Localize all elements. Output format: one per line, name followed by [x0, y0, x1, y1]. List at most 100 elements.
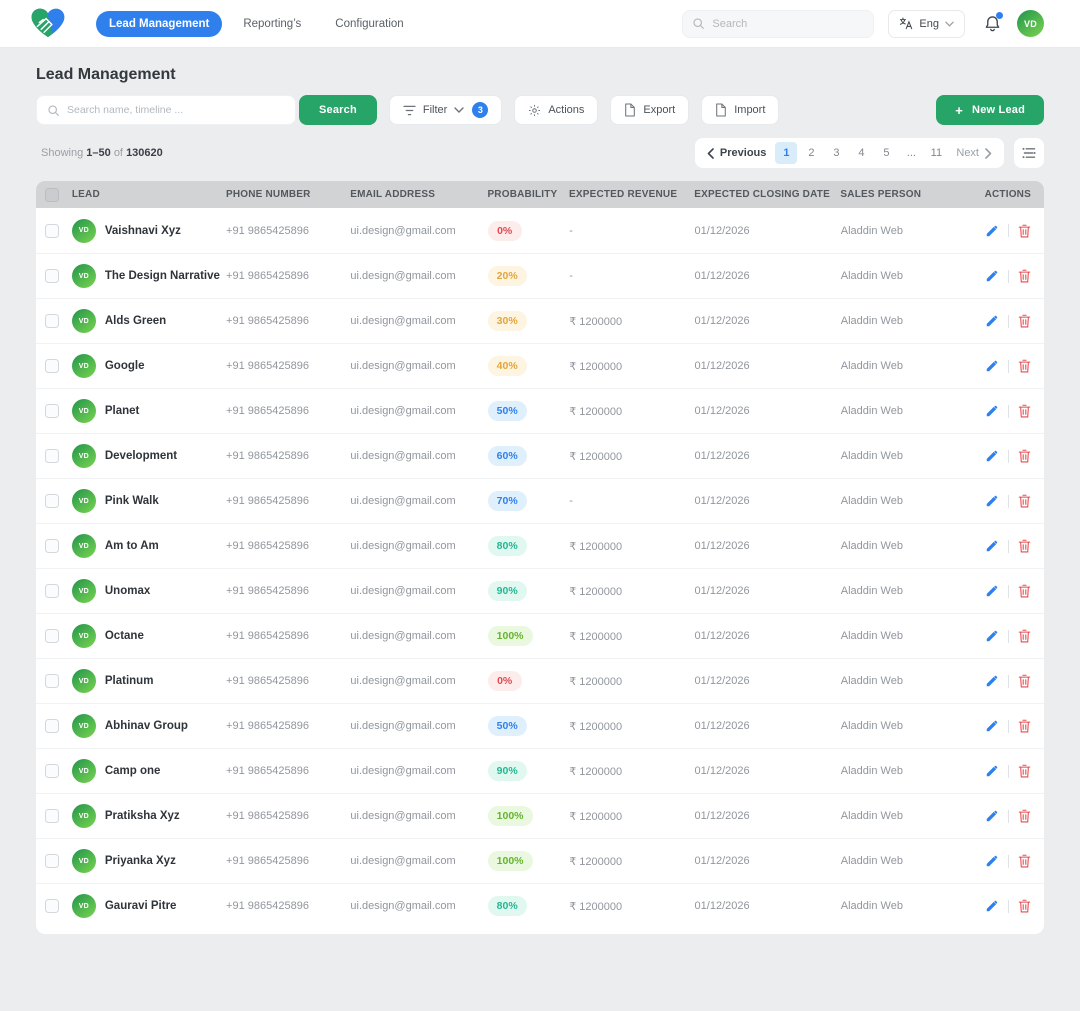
edit-icon[interactable] — [985, 674, 999, 688]
edit-icon[interactable] — [985, 854, 999, 868]
expected-closing-date: 01/12/2026 — [694, 315, 750, 327]
action-divider — [1008, 809, 1009, 823]
expected-closing-date: 01/12/2026 — [694, 630, 750, 642]
leads-table: LEAD PHONE NUMBER EMAIL ADDRESS PROBABIL… — [36, 181, 1044, 934]
edit-icon[interactable] — [985, 314, 999, 328]
row-checkbox[interactable] — [45, 314, 59, 328]
phone-number: +91 9865425896 — [226, 405, 309, 417]
edit-icon[interactable] — [985, 359, 999, 373]
expected-revenue: ₹ 1200000 — [569, 405, 623, 418]
row-checkbox[interactable] — [45, 449, 59, 463]
delete-icon[interactable] — [1018, 899, 1031, 913]
table-row: VD Octane +91 9865425896 ui.design@gmail… — [36, 613, 1044, 658]
lead-avatar: VD — [71, 218, 96, 243]
filter-button[interactable]: Filter 3 — [388, 95, 503, 125]
edit-icon[interactable] — [985, 404, 999, 418]
select-all-checkbox[interactable] — [45, 187, 59, 202]
nav-reportings[interactable]: Reporting’s — [230, 11, 314, 37]
email-address: ui.design@gmail.com — [350, 315, 456, 327]
sales-person: Aladdin Web — [840, 630, 903, 642]
user-avatar[interactable]: VD — [1017, 10, 1044, 37]
delete-icon[interactable] — [1018, 809, 1031, 823]
language-label: Eng — [919, 17, 939, 30]
row-checkbox[interactable] — [45, 269, 59, 283]
row-checkbox[interactable] — [45, 223, 59, 238]
probability-badge: 40% — [487, 356, 527, 376]
export-button[interactable]: Export — [610, 95, 690, 125]
row-checkbox[interactable] — [45, 674, 59, 688]
edit-icon[interactable] — [985, 899, 999, 913]
filter-count-badge: 3 — [472, 102, 489, 118]
row-checkbox[interactable] — [45, 809, 59, 823]
lead-name: Vaishnavi Xyz — [104, 224, 181, 237]
delete-icon[interactable] — [1018, 404, 1031, 418]
edit-icon[interactable] — [985, 764, 999, 778]
edit-icon[interactable] — [985, 494, 999, 508]
delete-icon[interactable] — [1018, 674, 1031, 688]
delete-icon[interactable] — [1018, 359, 1031, 373]
page-button-1[interactable]: 1 — [775, 142, 798, 164]
header-sales-person: SALES PERSON — [840, 189, 922, 200]
table-settings-button[interactable] — [1014, 138, 1044, 168]
delete-icon[interactable] — [1018, 629, 1031, 643]
probability-badge: 50% — [487, 401, 527, 421]
edit-icon[interactable] — [985, 629, 999, 643]
delete-icon[interactable] — [1018, 539, 1031, 553]
lead-search-input[interactable] — [67, 104, 285, 116]
expected-revenue: ₹ 1200000 — [569, 315, 623, 328]
language-selector[interactable]: Eng — [888, 9, 965, 38]
delete-icon[interactable] — [1018, 719, 1031, 733]
page-button-5[interactable]: 5 — [875, 142, 897, 164]
edit-icon[interactable] — [985, 719, 999, 733]
delete-icon[interactable] — [1018, 584, 1031, 598]
page-button-4[interactable]: 4 — [850, 142, 872, 164]
row-checkbox[interactable] — [45, 359, 59, 373]
page-button-11[interactable]: 11 — [925, 142, 947, 164]
notifications-bell-icon[interactable] — [983, 11, 1003, 34]
page-button-3[interactable]: 3 — [825, 142, 847, 164]
expected-revenue: ₹ 1200000 — [569, 585, 623, 598]
table-row: VD Development +91 9865425896 ui.design@… — [36, 433, 1044, 478]
import-button[interactable]: Import — [701, 95, 780, 125]
row-checkbox[interactable] — [45, 764, 59, 778]
delete-icon[interactable] — [1018, 269, 1031, 283]
global-search-input[interactable] — [712, 17, 865, 30]
edit-icon[interactable] — [985, 224, 999, 238]
previous-page-button[interactable]: Previous — [707, 147, 766, 159]
row-checkbox[interactable] — [45, 629, 59, 643]
delete-icon[interactable] — [1018, 854, 1031, 868]
nav-configuration[interactable]: Configuration — [322, 11, 416, 37]
delete-icon[interactable] — [1018, 494, 1031, 508]
edit-icon[interactable] — [985, 269, 999, 283]
nav-lead-management[interactable]: Lead Management — [96, 10, 223, 37]
lead-avatar: VD — [71, 264, 96, 288]
row-checkbox[interactable] — [45, 539, 59, 553]
page-ellipsis: ... — [906, 147, 916, 159]
delete-icon[interactable] — [1018, 314, 1031, 328]
edit-icon[interactable] — [985, 539, 999, 553]
new-lead-button[interactable]: + New Lead — [936, 95, 1044, 125]
edit-icon[interactable] — [985, 449, 999, 463]
sales-person: Aladdin Web — [840, 405, 903, 417]
delete-icon[interactable] — [1018, 449, 1031, 463]
next-page-button[interactable]: Next — [956, 147, 992, 159]
page-button-2[interactable]: 2 — [800, 142, 822, 164]
row-checkbox[interactable] — [45, 404, 59, 418]
search-button[interactable]: Search — [299, 95, 377, 125]
edit-icon[interactable] — [985, 809, 999, 823]
row-checkbox[interactable] — [45, 584, 59, 598]
gear-icon — [528, 104, 541, 117]
delete-icon[interactable] — [1018, 224, 1031, 238]
actions-button[interactable]: Actions — [514, 95, 599, 125]
row-checkbox[interactable] — [45, 719, 59, 733]
row-checkbox[interactable] — [45, 854, 59, 868]
delete-icon[interactable] — [1018, 764, 1031, 778]
email-address: ui.design@gmail.com — [350, 900, 456, 912]
expected-closing-date: 01/12/2026 — [694, 405, 750, 417]
table-row: VD Vaishnavi Xyz +91 9865425896 ui.desig… — [36, 208, 1044, 253]
row-checkbox[interactable] — [45, 899, 59, 913]
phone-number: +91 9865425896 — [226, 855, 309, 867]
lead-name: Am to Am — [104, 540, 159, 552]
edit-icon[interactable] — [985, 584, 999, 598]
row-checkbox[interactable] — [45, 494, 59, 508]
